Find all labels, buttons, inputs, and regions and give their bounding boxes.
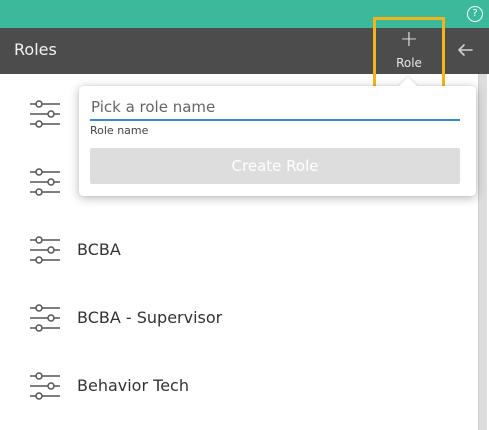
sliders-icon xyxy=(30,304,60,332)
sliders-icon xyxy=(30,372,60,400)
role-label: Behavior Tech xyxy=(77,376,189,395)
role-row[interactable]: BCBA - Supervisor xyxy=(0,284,476,352)
sliders-icon xyxy=(30,168,60,196)
help-icon[interactable]: ? xyxy=(467,6,483,22)
add-role-label: Role xyxy=(396,56,422,70)
role-row[interactable]: BCBA xyxy=(0,216,476,284)
role-label: BCBA xyxy=(77,240,121,259)
arrow-left-icon[interactable] xyxy=(455,40,475,60)
role-name-input[interactable] xyxy=(90,95,460,121)
role-name-label: Role name xyxy=(90,124,149,137)
role-row[interactable]: Behavior Tech xyxy=(0,352,476,420)
sliders-icon xyxy=(30,236,60,264)
role-label: BCBA - Supervisor xyxy=(77,308,223,327)
plus-icon: + xyxy=(399,27,419,52)
scrollbar[interactable] xyxy=(478,74,487,430)
page-title: Roles xyxy=(14,40,57,59)
sliders-icon xyxy=(30,100,60,128)
create-role-button[interactable]: Create Role xyxy=(90,148,460,184)
new-role-popover: Role name Create Role xyxy=(79,86,476,196)
